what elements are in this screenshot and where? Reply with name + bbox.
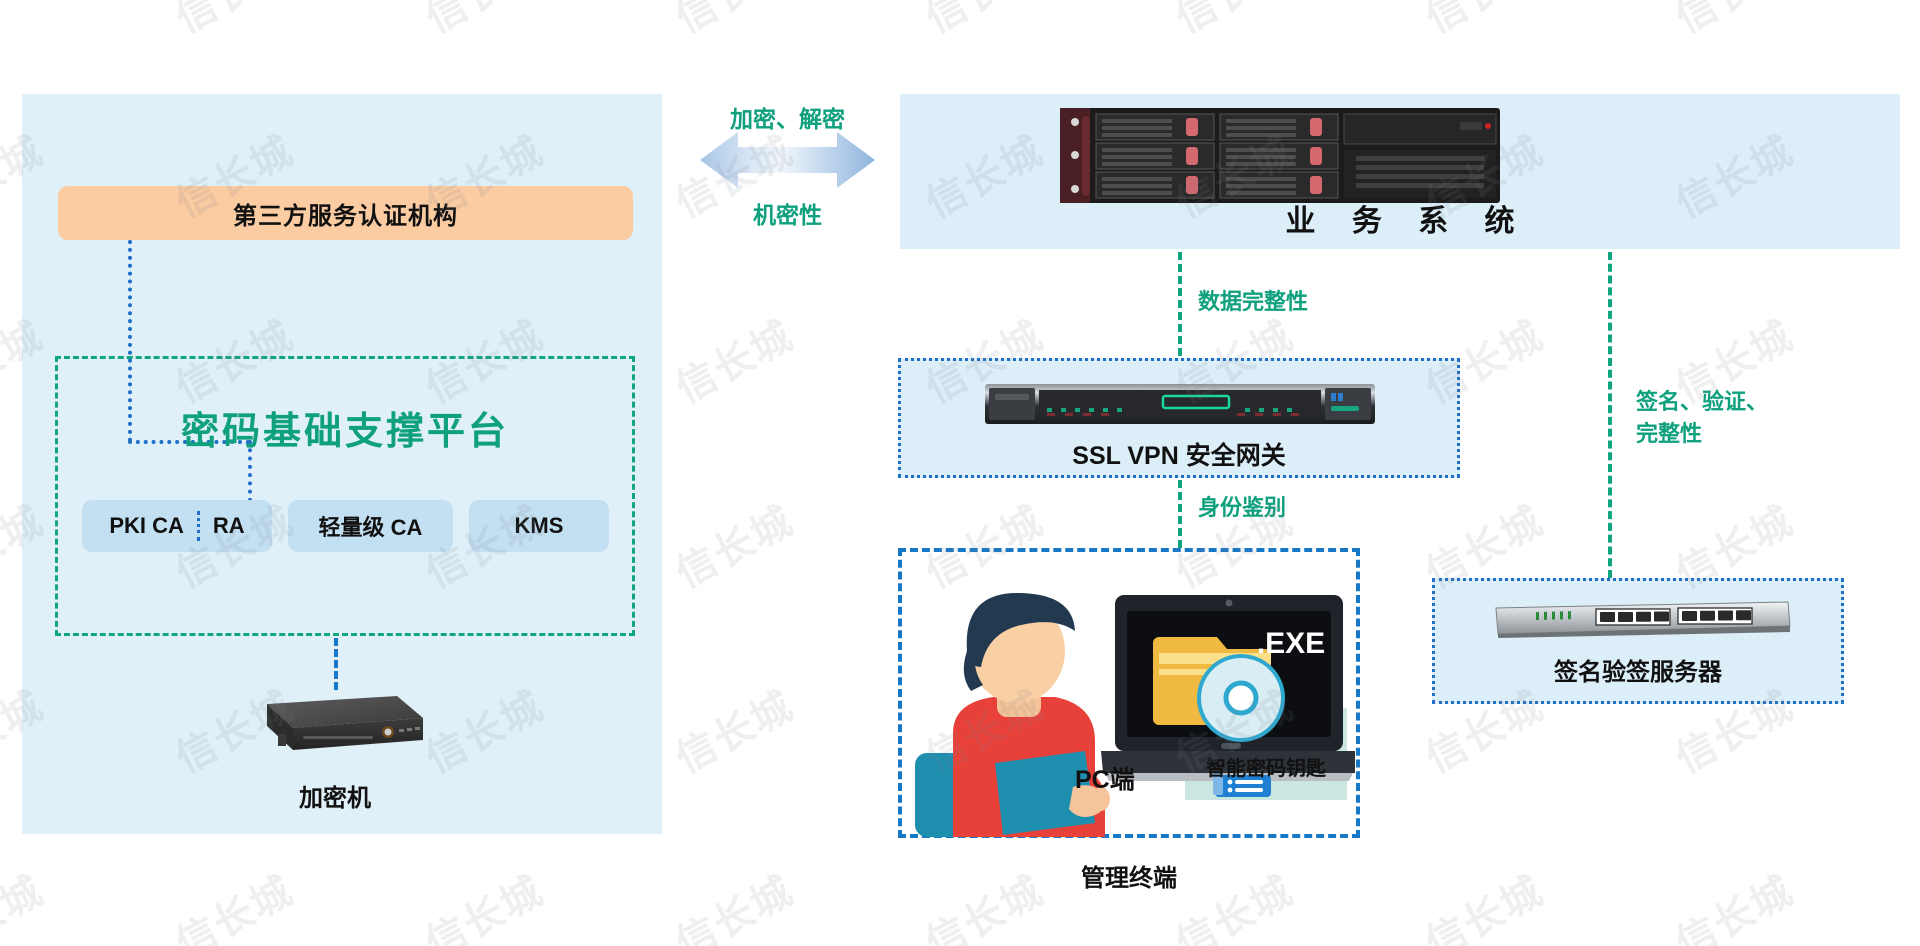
watermark-text: 信长城 — [1914, 489, 1920, 599]
watermark-text: 信长城 — [418, 867, 552, 946]
svg-text:.EXE: .EXE — [1257, 627, 1325, 660]
watermark-text: 信长城 — [0, 0, 52, 44]
management-terminal-label: 管理终端 — [1081, 865, 1177, 892]
chip-pki-ca-ra[interactable]: PKI CA RA — [82, 500, 272, 552]
watermark-text: 信长城 — [1914, 859, 1920, 946]
label-signature-verification: 签名、验证、 完整性 — [1636, 386, 1768, 450]
watermark-text: 信长城 — [664, 0, 802, 44]
label-identity-authentication: 身份鉴别 — [1198, 495, 1287, 520]
watermark-text: 信长城 — [414, 0, 552, 44]
chip-divider-icon — [196, 511, 200, 541]
watermark-text: 信长城 — [668, 867, 802, 946]
watermark-text: 信长城 — [0, 867, 52, 946]
label-signature-line1: 签名、验证、 — [1636, 389, 1769, 414]
chip-pki-ca-label: PKI CA — [109, 513, 184, 538]
encryptor-label: 加密机 — [299, 785, 371, 812]
watermark-text: 信长城 — [164, 0, 302, 44]
chip-kms-label: KMS — [514, 513, 564, 538]
ssl-vpn-gateway-label: SSL VPN 安全网关 — [1072, 442, 1286, 470]
label-data-integrity: 数据完整性 — [1198, 289, 1309, 314]
chip-lightweight-ca[interactable]: 轻量级 CA — [288, 500, 453, 552]
connector-platform-to-encryptor — [334, 638, 338, 690]
connector-biz-to-signature-server — [1608, 252, 1612, 578]
pc-terminal-label: PC端 — [1075, 766, 1135, 794]
connector-vpn-to-terminal — [1178, 480, 1182, 548]
crypto-platform-boundary — [55, 356, 635, 636]
connector-biz-to-vpn — [1178, 252, 1182, 356]
signature-server-label: 签名验签服务器 — [1554, 659, 1722, 686]
double-headed-arrow-icon — [700, 132, 875, 188]
third-party-ca-box[interactable]: 第三方服务认证机构 — [58, 186, 633, 240]
watermark-text: 信长城 — [168, 867, 302, 946]
smart-crypto-key-label: 智能密码钥匙 — [1206, 758, 1326, 780]
arrow-label-confidentiality: 机密性 — [753, 202, 822, 228]
business-system-label: 业 务 系 统 — [1285, 205, 1529, 238]
watermark-text: 信长城 — [668, 497, 802, 598]
watermark-text: 信长城 — [1914, 0, 1920, 44]
watermark-text: 信长城 — [1914, 304, 1920, 414]
watermark-text: 信长城 — [1418, 867, 1552, 946]
third-party-ca-label: 第三方服务认证机构 — [233, 202, 458, 230]
crypto-platform-title: 密码基础支撑平台 — [180, 411, 509, 453]
watermark-text: 信长城 — [914, 0, 1052, 44]
label-signature-line2: 完整性 — [1636, 420, 1703, 446]
watermark-text: 信长城 — [1664, 0, 1802, 44]
vpn-appliance-icon — [985, 384, 1375, 424]
chip-lightweight-ca-label: 轻量级 CA — [318, 515, 423, 540]
encryption-appliance-icon — [267, 696, 423, 750]
chip-kms[interactable]: KMS — [469, 500, 609, 552]
watermark-text: 信长城 — [1668, 867, 1802, 946]
network-switch-icon — [1495, 601, 1791, 638]
watermark-text: 信长城 — [668, 312, 802, 413]
diagram-canvas: 第三方服务认证机构 密码基础支撑平台 PKI CA RA 轻量级 CA KMS — [0, 0, 1920, 946]
watermark-text: 信长城 — [1914, 674, 1920, 784]
chip-ra-label: RA — [212, 513, 245, 538]
watermark-text: 信长城 — [1414, 0, 1552, 44]
arrow-label-encrypt-decrypt: 加密、解密 — [730, 106, 845, 132]
watermark-text: 信长城 — [1164, 0, 1302, 44]
rack-server-icon — [1060, 108, 1500, 203]
watermark-text: 信长城 — [668, 682, 802, 783]
crypto-capability-chip-row: PKI CA RA 轻量级 CA KMS — [82, 500, 612, 552]
optical-disc-icon — [1197, 654, 1285, 742]
watermark-text: 信长城 — [1914, 119, 1920, 229]
